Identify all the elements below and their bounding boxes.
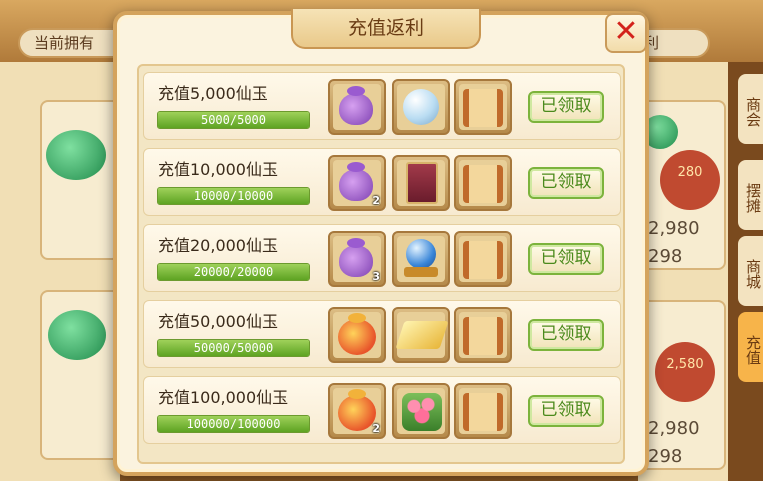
rebate-row: 充值100,000仙玉 100000/100000 2 已领取 [143, 376, 621, 444]
progress-bar: 100000/100000 [157, 415, 310, 433]
rebate-row: 充值20,000仙玉 20000/20000 3 已领取 [143, 224, 621, 292]
reward-quantity: 2 [372, 422, 380, 435]
close-button[interactable]: ✕ [605, 13, 647, 53]
rebate-tier-label: 充值10,000仙玉 [158, 160, 278, 179]
gift-badge: 280 [660, 150, 720, 210]
reward-slot[interactable] [392, 79, 450, 135]
progress-bar: 50000/50000 [157, 339, 310, 357]
reward-slot[interactable]: 2 [328, 383, 386, 439]
reward-quantity: 3 [372, 270, 380, 283]
progress-text: 5000/5000 [200, 113, 267, 127]
reward-quantity: 2 [372, 194, 380, 207]
claimed-button[interactable]: 已领取 [528, 319, 604, 351]
close-x-icon: ✕ [613, 14, 639, 49]
modal-title: 充值返利 [291, 9, 481, 49]
jade-icon [46, 130, 106, 180]
reward-slot[interactable] [454, 79, 512, 135]
rebate-tier-label: 充值5,000仙玉 [158, 84, 268, 103]
tab-stall[interactable]: 摆摊 [738, 160, 763, 230]
tab-recharge[interactable]: 充值 [738, 312, 763, 382]
reward-slot[interactable]: 2 [328, 155, 386, 211]
reward-slot[interactable] [392, 155, 450, 211]
reward-slot[interactable] [328, 79, 386, 135]
progress-bar: 20000/20000 [157, 263, 310, 281]
progress-text: 20000/20000 [193, 265, 274, 279]
claimed-button[interactable]: 已领取 [528, 243, 604, 275]
progress-text: 100000/100000 [186, 417, 281, 431]
reward-slot[interactable] [392, 231, 450, 287]
reward-slot[interactable] [454, 307, 512, 363]
reward-slot[interactable]: 3 [328, 231, 386, 287]
rebate-tier-label: 充值100,000仙玉 [158, 388, 289, 407]
reward-slot[interactable] [454, 231, 512, 287]
claimed-button[interactable]: 已领取 [528, 395, 604, 427]
rebate-row: 充值10,000仙玉 10000/10000 2 已领取 [143, 148, 621, 216]
recharge-rebate-modal: 充值返利 ✕ 充值5,000仙玉 5000/5000 已领取 充值10,000仙… [113, 9, 649, 476]
rebate-row: 充值50,000仙玉 50000/50000 已领取 [143, 300, 621, 368]
claimed-button[interactable]: 已领取 [528, 91, 604, 123]
progress-bar: 5000/5000 [157, 111, 310, 129]
price-label: 2,980 [648, 418, 700, 439]
tab-shop-guild[interactable]: 商会 [738, 74, 763, 144]
reward-slot[interactable] [454, 383, 512, 439]
progress-bar: 10000/10000 [157, 187, 310, 205]
gift-badge: 2,580 [655, 342, 715, 402]
rebate-row: 充值5,000仙玉 5000/5000 已领取 [143, 72, 621, 140]
reward-slot[interactable] [328, 307, 386, 363]
reward-slot[interactable] [454, 155, 512, 211]
reward-slot[interactable] [392, 383, 450, 439]
reward-slot[interactable] [392, 307, 450, 363]
price-label: 298 [648, 246, 683, 267]
rebate-list[interactable]: 充值5,000仙玉 5000/5000 已领取 充值10,000仙玉 10000… [137, 64, 625, 464]
price-label: 298 [648, 446, 683, 467]
jade-icon [48, 310, 106, 360]
rebate-tier-label: 充值20,000仙玉 [158, 236, 278, 255]
progress-text: 10000/10000 [193, 189, 274, 203]
progress-text: 50000/50000 [193, 341, 274, 355]
shop-card [40, 100, 120, 260]
tab-mall[interactable]: 商城 [738, 236, 763, 306]
claimed-button[interactable]: 已领取 [528, 167, 604, 199]
price-label: 2,980 [648, 218, 700, 239]
rebate-tier-label: 充值50,000仙玉 [158, 312, 278, 331]
